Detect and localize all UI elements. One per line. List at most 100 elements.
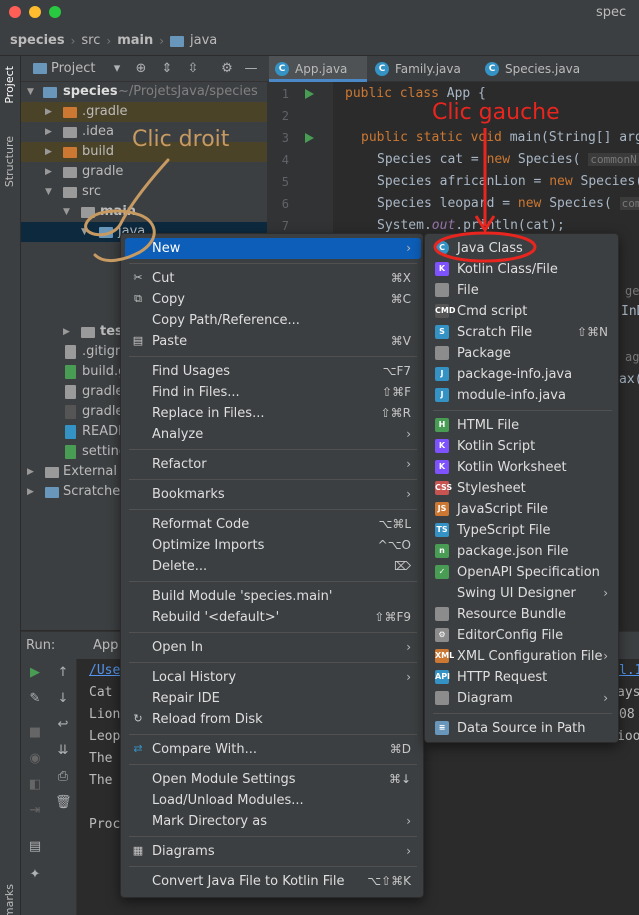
menu-item-rebuild-default[interactable]: Rebuild '<default>' ⇧⌘F9: [125, 607, 421, 628]
chevron-right-icon[interactable]: ▶: [45, 122, 52, 142]
print-icon[interactable]: ⎙: [55, 769, 71, 785]
menu-item-repair-ide[interactable]: Repair IDE: [125, 688, 421, 709]
menu-item-cut[interactable]: ✂ Cut ⌘X: [125, 268, 421, 289]
new-item-resource-bundle[interactable]: Resource Bundle: [429, 604, 616, 625]
tab-family-java[interactable]: C Family.java: [369, 56, 477, 82]
new-item-package-json-file[interactable]: n package.json File: [429, 541, 616, 562]
locate-icon[interactable]: ⊕: [133, 61, 149, 77]
menu-item-delete[interactable]: Delete... ⌦: [125, 556, 421, 577]
menu-item-compare-with[interactable]: ⇄ Compare With... ⌘D: [125, 739, 421, 760]
chevron-right-icon[interactable]: ▶: [45, 102, 52, 122]
menu-item-load-unload-modules[interactable]: Load/Unload Modules...: [125, 790, 421, 811]
menu-item-paste[interactable]: ▤ Paste ⌘V: [125, 331, 421, 352]
new-item-scratch-file[interactable]: S Scratch File ⇧⌘N: [429, 322, 616, 343]
new-item-openapi-specification[interactable]: ✓ OpenAPI Specification: [429, 562, 616, 583]
new-item-package[interactable]: Package: [429, 343, 616, 364]
menu-item-refactor[interactable]: Refactor ›: [125, 454, 421, 475]
menu-item-open-in[interactable]: Open In ›: [125, 637, 421, 658]
menu-item-mark-directory-as[interactable]: Mark Directory as ›: [125, 811, 421, 832]
pin-icon[interactable]: ✦: [27, 867, 43, 883]
console-line[interactable]: /Use: [89, 663, 120, 678]
tree-item-main[interactable]: ▼ main: [21, 202, 267, 222]
scroll-to-end-icon[interactable]: ⇊: [55, 743, 71, 759]
menu-item-local-history[interactable]: Local History ›: [125, 667, 421, 688]
menu-item-reformat-code[interactable]: Reformat Code ⌥⌘L: [125, 514, 421, 535]
menu-item-convert-java-file-to-kotlin-file[interactable]: Convert Java File to Kotlin File ⌥⇧⌘K: [125, 871, 421, 892]
arrow-down-icon[interactable]: ↓: [55, 691, 71, 707]
new-item-stylesheet[interactable]: CSS Stylesheet: [429, 478, 616, 499]
chevron-right-icon[interactable]: ▶: [45, 142, 52, 162]
chevron-down-icon[interactable]: ▼: [81, 222, 88, 242]
new-item-kotlin-script[interactable]: K Kotlin Script: [429, 436, 616, 457]
menu-item-bookmarks[interactable]: Bookmarks ›: [125, 484, 421, 505]
restore-layout-icon[interactable]: ◧: [27, 777, 43, 793]
project-side-tab[interactable]: Project: [3, 66, 16, 104]
new-item-typescript-file[interactable]: TS TypeScript File: [429, 520, 616, 541]
new-item-http-request[interactable]: API HTTP Request: [429, 667, 616, 688]
run-icon[interactable]: [305, 89, 314, 99]
menu-item-replace-in-files[interactable]: Replace in Files... ⇧⌘R: [125, 403, 421, 424]
new-item-javascript-file[interactable]: JS JavaScript File: [429, 499, 616, 520]
new-item-html-file[interactable]: H HTML File: [429, 415, 616, 436]
gear-icon[interactable]: ⚙: [219, 61, 235, 77]
tree-item-src[interactable]: ▼ src: [21, 182, 267, 202]
new-item-editorconfig-file[interactable]: ⚙ EditorConfig File: [429, 625, 616, 646]
new-item-swing-ui-designer[interactable]: Swing UI Designer ›: [429, 583, 616, 604]
collapse-all-icon[interactable]: ⇳: [185, 61, 201, 77]
menu-item-find-usages[interactable]: Find Usages ⌥F7: [125, 361, 421, 382]
new-item-data-source-in-path[interactable]: ≡ Data Source in Path: [429, 718, 616, 739]
rerun-icon[interactable]: ▶: [27, 665, 43, 681]
tree-item-gradle-dir[interactable]: ▶ .gradle: [21, 102, 267, 122]
breadcrumb-item[interactable]: species: [10, 33, 65, 48]
chevron-right-icon[interactable]: ▶: [45, 162, 52, 182]
trash-icon[interactable]: 🗑: [55, 795, 72, 811]
new-item-file[interactable]: File: [429, 280, 616, 301]
expand-all-icon[interactable]: ⇕: [159, 61, 175, 77]
menu-item-copy[interactable]: ⧉ Copy ⌘C: [125, 289, 421, 310]
arrow-up-icon[interactable]: ↑: [55, 665, 71, 681]
chevron-right-icon[interactable]: ▶: [27, 482, 34, 502]
chevron-down-icon[interactable]: ▼: [27, 82, 34, 102]
structure-side-tab[interactable]: Structure: [3, 136, 16, 187]
camera-icon[interactable]: ◉: [27, 751, 43, 767]
new-item-cmd-script[interactable]: CMD Cmd script: [429, 301, 616, 322]
menu-item-open-module-settings[interactable]: Open Module Settings ⌘↓: [125, 769, 421, 790]
menu-item-find-in-files[interactable]: Find in Files... ⇧⌘F: [125, 382, 421, 403]
new-item-kotlin-worksheet[interactable]: K Kotlin Worksheet: [429, 457, 616, 478]
exit-icon[interactable]: ⇥: [27, 803, 43, 819]
run-icon[interactable]: [305, 133, 314, 143]
tree-item-gradle[interactable]: ▶ gradle: [21, 162, 267, 182]
menu-item-build-module-species-main[interactable]: Build Module 'species.main': [125, 586, 421, 607]
new-item-java-class[interactable]: C Java Class: [429, 238, 616, 259]
menu-item-reload-from-disk[interactable]: ↻ Reload from Disk: [125, 709, 421, 730]
console-line-right[interactable]: l.1: [619, 663, 639, 678]
maximize-window-button[interactable]: [49, 6, 61, 18]
project-panel-title[interactable]: Project: [51, 61, 95, 76]
stop-icon[interactable]: ■: [27, 725, 43, 741]
new-item-package-info-java[interactable]: Jpackage-info.java: [429, 364, 616, 385]
breadcrumb-item[interactable]: src: [81, 33, 100, 48]
chevron-right-icon[interactable]: ▶: [27, 462, 34, 482]
layout-icon[interactable]: ▤: [27, 839, 43, 855]
menu-item-diagrams[interactable]: ▦ Diagrams ›: [125, 841, 421, 862]
new-item-diagram[interactable]: Diagram ›: [429, 688, 616, 709]
breadcrumb-item[interactable]: main: [117, 33, 153, 48]
menu-item-copy-path-reference[interactable]: Copy Path/Reference...: [125, 310, 421, 331]
chevron-right-icon[interactable]: ▶: [63, 322, 70, 342]
chevron-down-icon[interactable]: ▾: [109, 61, 125, 77]
wrench-icon[interactable]: ✎: [27, 691, 43, 707]
minimize-window-button[interactable]: [29, 6, 41, 18]
tab-app-java[interactable]: C App.java: [269, 56, 367, 82]
menu-item-new[interactable]: New ›: [125, 238, 421, 259]
bookmarks-side-tab[interactable]: marks: [3, 884, 16, 915]
close-window-button[interactable]: [9, 6, 21, 18]
chevron-down-icon[interactable]: ▼: [45, 182, 52, 202]
new-item-kotlin-class-file[interactable]: K Kotlin Class/File: [429, 259, 616, 280]
soft-wrap-icon[interactable]: ↩: [55, 717, 71, 733]
new-item-xml-configuration-file[interactable]: XML XML Configuration File ›: [429, 646, 616, 667]
chevron-down-icon[interactable]: ▼: [63, 202, 70, 222]
minimize-icon[interactable]: —: [243, 61, 259, 77]
run-tab-app[interactable]: App: [93, 638, 118, 653]
tree-item-species[interactable]: ▼ species ~/ProjetsJava/species: [21, 82, 267, 102]
menu-item-optimize-imports[interactable]: Optimize Imports ^⌥O: [125, 535, 421, 556]
